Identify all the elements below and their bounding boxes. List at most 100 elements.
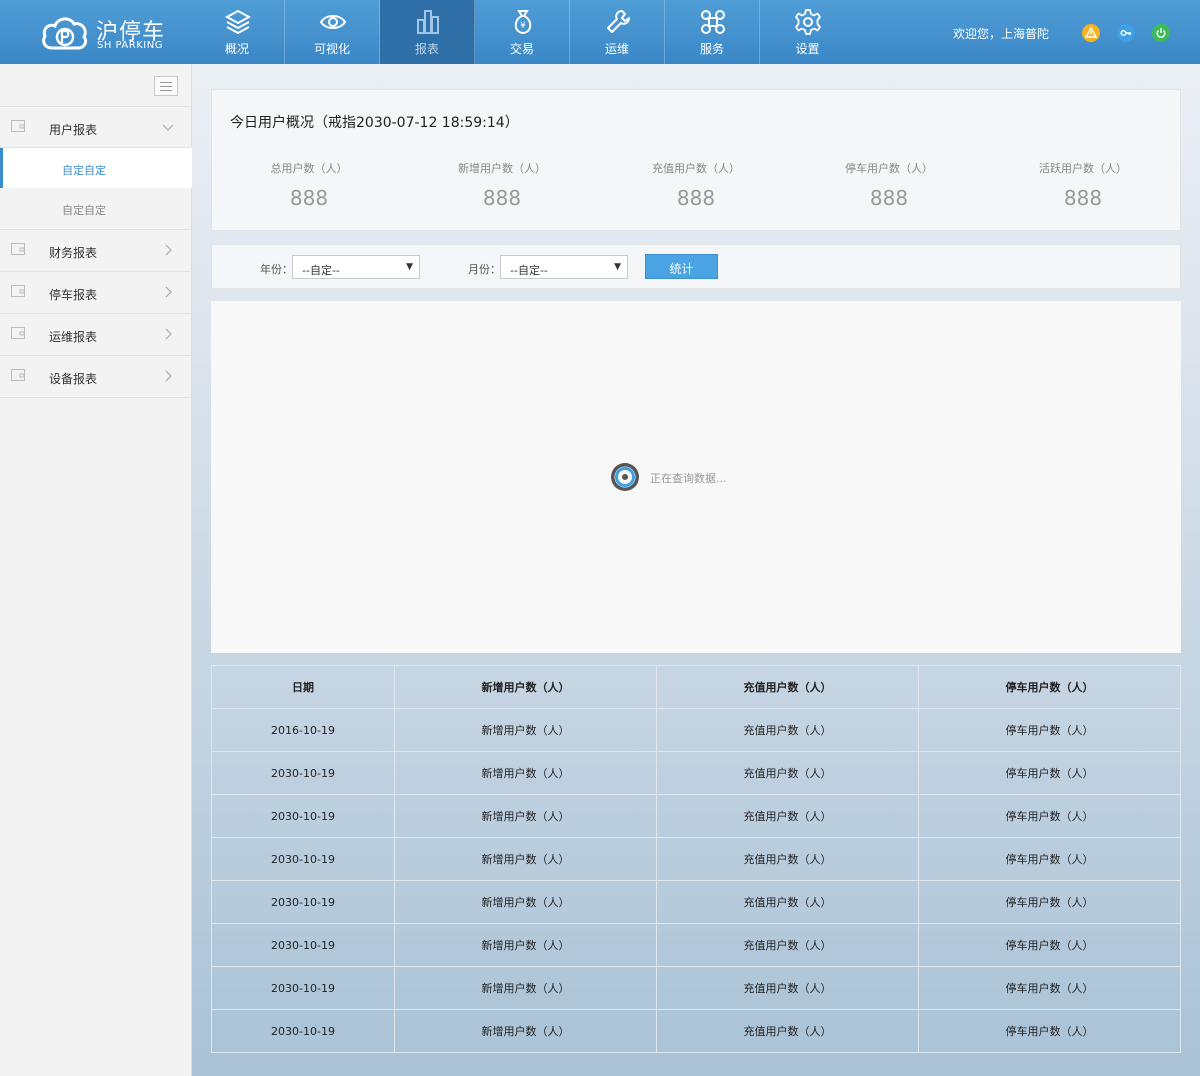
- table-header-parking-users[interactable]: 停车用户数（人）: [918, 665, 1181, 709]
- table-cell: 停车用户数（人）: [918, 794, 1181, 838]
- nav-label: 交易: [509, 42, 534, 56]
- table-cell: 新增用户数（人）: [394, 751, 657, 795]
- folder-icon: [11, 369, 25, 381]
- folder-icon: [11, 243, 25, 255]
- sidebar-subitem-label: 自定自定: [62, 164, 106, 177]
- statistics-button[interactable]: 统计: [645, 254, 718, 279]
- sidebar: 用户报表 自定自定 自定自定 财务报表 停车报表 运维报表 设备报表: [0, 64, 192, 1076]
- table-cell: 停车用户数（人）: [918, 880, 1181, 924]
- top-bar: 沪停车 SH PARKING 概况 可视化 报表 ¥ 交易 运维 服务 设置 欢…: [0, 0, 1200, 64]
- sidebar-subitem-active[interactable]: 自定自定: [0, 148, 192, 188]
- stat-parking-users: 停车用户数（人） 888: [794, 160, 984, 210]
- eye-icon: [319, 15, 347, 29]
- table-header-date[interactable]: 日期: [211, 665, 395, 709]
- chart-area: 正在查询数据...: [211, 301, 1181, 653]
- table-header-new-users[interactable]: 新增用户数（人）: [394, 665, 657, 709]
- loading-text: 正在查询数据...: [650, 472, 727, 485]
- nav-item-settings[interactable]: 设置: [760, 0, 855, 64]
- nav-item-reports[interactable]: 报表: [380, 0, 475, 64]
- table-cell: 新增用户数（人）: [394, 837, 657, 881]
- nav-label: 运维: [604, 42, 629, 56]
- table-header-row: 日期 新增用户数（人） 充值用户数（人） 停车用户数（人）: [211, 665, 1181, 709]
- sidebar-item-label: 用户报表: [49, 123, 98, 137]
- nav-label: 概况: [224, 42, 249, 56]
- table-cell: 2030-10-19: [211, 966, 395, 1010]
- folder-icon: [11, 285, 25, 297]
- year-select[interactable]: --自定-- ▼: [292, 255, 420, 279]
- table-cell: 停车用户数（人）: [918, 966, 1181, 1010]
- folder-icon: [11, 120, 25, 132]
- brand-subtitle: SH PARKING: [97, 40, 163, 51]
- year-label: 年份：: [260, 263, 293, 276]
- nav-item-visualization[interactable]: 可视化: [285, 0, 380, 64]
- table-cell: 2030-10-19: [211, 1009, 395, 1053]
- loading-spinner-icon: [611, 463, 639, 491]
- user-area: 欢迎您，上海普陀: [953, 22, 1170, 44]
- power-icon[interactable]: [1152, 24, 1170, 42]
- menu-toggle-button[interactable]: [154, 76, 178, 96]
- table-cell: 新增用户数（人）: [394, 1009, 657, 1053]
- table-cell: 充值用户数（人）: [656, 751, 919, 795]
- caret-down-icon: ▼: [406, 262, 413, 272]
- gear-icon: [795, 9, 821, 35]
- sidebar-item-parking-reports[interactable]: 停车报表: [0, 272, 192, 314]
- sidebar-subitem[interactable]: 自定自定: [0, 188, 192, 230]
- sidebar-item-user-reports[interactable]: 用户报表: [0, 106, 192, 148]
- money-bag-icon: ¥: [514, 10, 532, 35]
- folder-icon: [11, 327, 25, 339]
- table-header-recharge-users[interactable]: 充值用户数（人）: [656, 665, 919, 709]
- table-cell: 充值用户数（人）: [656, 794, 919, 838]
- brand-logo[interactable]: 沪停车 SH PARKING: [40, 12, 180, 56]
- stat-label: 总用户数（人）: [270, 162, 348, 175]
- stat-value: 888: [289, 186, 329, 210]
- year-select-value: --自定--: [302, 264, 340, 277]
- stat-active-users: 活跃用户数（人） 888: [988, 160, 1178, 210]
- nav-item-services[interactable]: 服务: [665, 0, 760, 64]
- hamburger-line: [160, 90, 172, 91]
- table-cell: 停车用户数（人）: [918, 751, 1181, 795]
- table-cell: 2030-10-19: [211, 751, 395, 795]
- stat-label: 充值用户数（人）: [652, 162, 740, 175]
- table-row: 2016-10-19 新增用户数（人） 充值用户数（人） 停车用户数（人）: [211, 708, 1181, 752]
- stat-total-users: 总用户数（人） 888: [214, 160, 404, 210]
- sidebar-subitem-label: 自定自定: [62, 204, 106, 217]
- sidebar-item-maintenance-reports[interactable]: 运维报表: [0, 314, 192, 356]
- key-icon[interactable]: [1117, 24, 1135, 42]
- sidebar-item-label: 停车报表: [49, 288, 98, 302]
- chevron-down-icon: [162, 124, 174, 131]
- table-cell: 充值用户数（人）: [656, 1009, 919, 1053]
- table-row: 2030-10-19 新增用户数（人） 充值用户数（人） 停车用户数（人）: [211, 1009, 1181, 1053]
- sidebar-item-device-reports[interactable]: 设备报表: [0, 356, 192, 398]
- nav-item-maintenance[interactable]: 运维: [570, 0, 665, 64]
- table-cell: 2030-10-19: [211, 880, 395, 924]
- main-nav: 概况 可视化 报表 ¥ 交易 运维 服务 设置: [190, 0, 855, 64]
- nav-label: 设置: [795, 42, 820, 56]
- command-icon: [701, 10, 725, 34]
- table-cell: 停车用户数（人）: [918, 708, 1181, 752]
- filter-bar: 年份： --自定-- ▼ 月份： --自定-- ▼ 统计: [211, 244, 1181, 289]
- nav-item-transactions[interactable]: ¥ 交易: [475, 0, 570, 64]
- cloud-parking-logo-icon: [42, 17, 88, 50]
- chevron-right-icon: [165, 244, 172, 256]
- chevron-right-icon: [165, 370, 172, 382]
- sidebar-item-label: 设备报表: [49, 372, 98, 386]
- table-cell: 充值用户数（人）: [656, 837, 919, 881]
- sidebar-menu: 用户报表 自定自定 自定自定 财务报表 停车报表 运维报表 设备报表: [0, 106, 192, 398]
- wrench-icon: [607, 10, 630, 33]
- table-row: 2030-10-19 新增用户数（人） 充值用户数（人） 停车用户数（人）: [211, 966, 1181, 1010]
- month-select[interactable]: --自定-- ▼: [500, 255, 628, 279]
- overview-title: 今日用户概况（戒指2030-07-12 18:59:14）: [230, 115, 519, 131]
- table-cell: 停车用户数（人）: [918, 923, 1181, 967]
- table-cell: 2030-10-19: [211, 837, 395, 881]
- month-select-value: --自定--: [510, 264, 548, 277]
- sidebar-item-finance-reports[interactable]: 财务报表: [0, 230, 192, 272]
- table-cell: 新增用户数（人）: [394, 794, 657, 838]
- nav-item-overview[interactable]: 概况: [190, 0, 285, 64]
- bar-chart-icon: [417, 10, 439, 34]
- stat-label: 停车用户数（人）: [845, 162, 933, 175]
- notification-icon[interactable]: [1082, 24, 1100, 42]
- sidebar-item-label: 运维报表: [49, 330, 98, 344]
- hamburger-line: [160, 82, 172, 83]
- stat-recharge-users: 充值用户数（人） 888: [601, 160, 791, 210]
- svg-text:¥: ¥: [520, 21, 526, 31]
